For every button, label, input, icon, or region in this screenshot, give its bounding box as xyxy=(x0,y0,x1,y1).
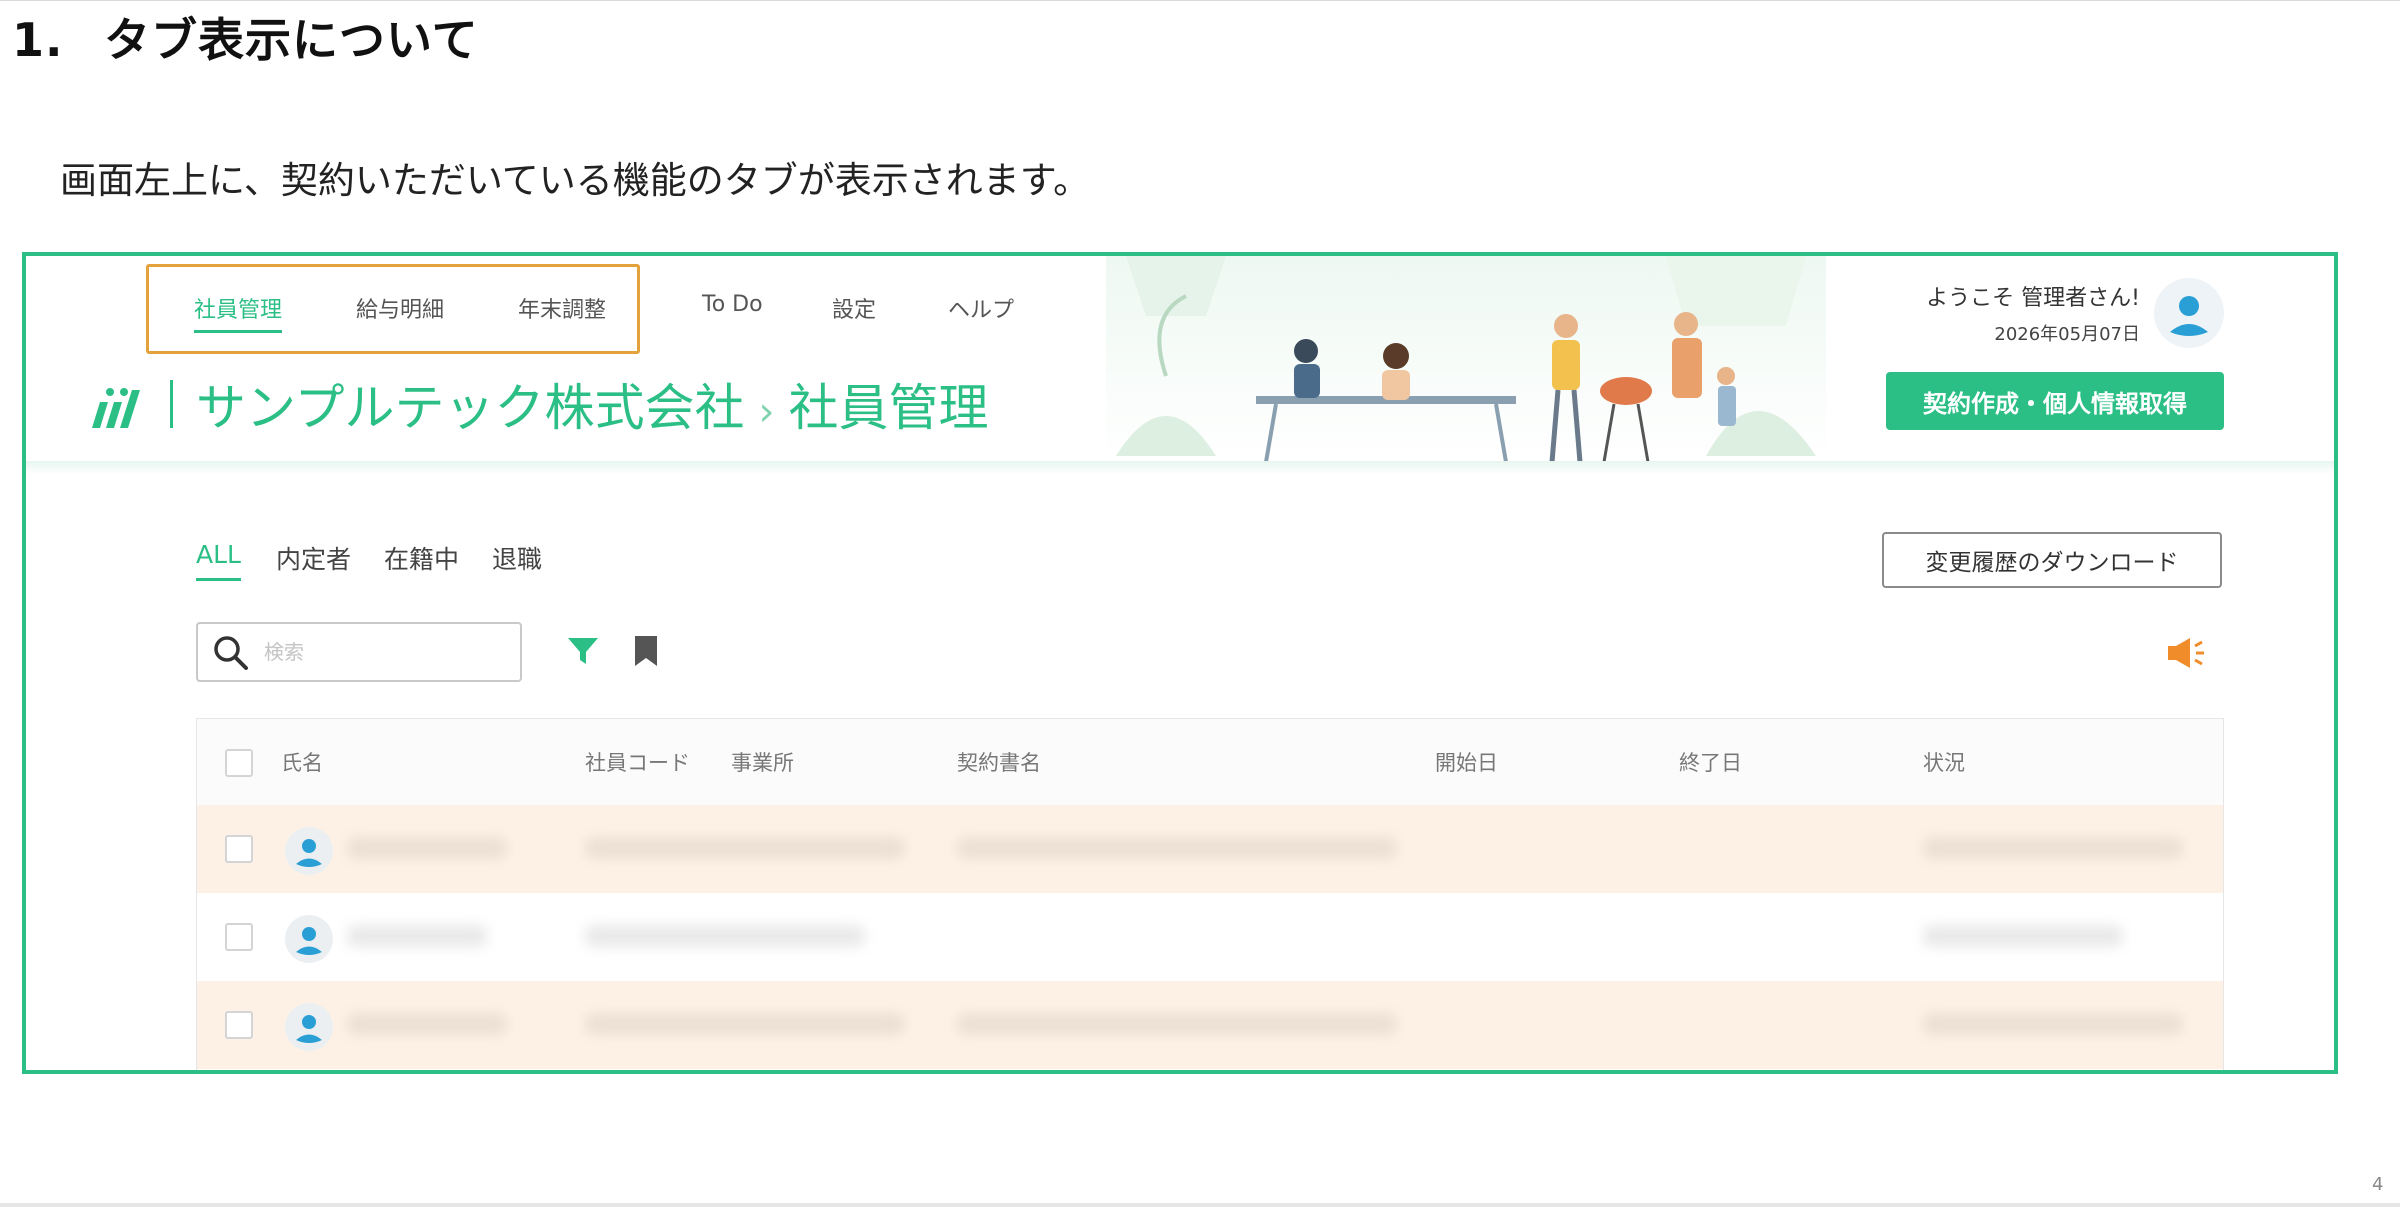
select-all-checkbox[interactable] xyxy=(225,749,253,777)
column-header-office[interactable]: 事業所 xyxy=(731,747,794,777)
bottom-rule xyxy=(0,1203,2400,1207)
user-avatar-icon xyxy=(285,827,333,875)
tab-settings[interactable]: 設定 xyxy=(832,292,876,324)
filter-icon[interactable] xyxy=(566,634,600,668)
heading-text: タブ表示について xyxy=(104,13,479,67)
company-name[interactable]: サンプルテック株式会社 xyxy=(196,379,745,437)
redacted-text xyxy=(1923,925,2123,947)
app-screenshot: 社員管理 給与明細 年末調整 To Do 設定 ヘルプ サンプルテック株式会社 ›… xyxy=(22,252,2338,1074)
welcome-text: ようこそ 管理者さん! xyxy=(1926,286,2140,311)
section-body-text: 画面左上に、契約いただいている機能のタブが表示されます。 xyxy=(60,159,1091,202)
header-illustration xyxy=(1106,256,1826,462)
row-checkbox[interactable] xyxy=(225,923,253,951)
column-header-start-date[interactable]: 開始日 xyxy=(1435,747,1498,777)
create-contract-button[interactable]: 契約作成・個人情報取得 xyxy=(1886,372,2224,430)
redacted-text xyxy=(1923,837,2183,859)
breadcrumb-current-page: 社員管理 xyxy=(788,379,989,437)
user-avatar-icon[interactable] xyxy=(2154,278,2224,348)
tab-todo[interactable]: To Do xyxy=(702,292,763,317)
breadcrumb: サンプルテック株式会社 › 社員管理 xyxy=(196,368,989,440)
filter-tab-retired[interactable]: 退職 xyxy=(492,540,542,576)
redacted-text xyxy=(957,837,1397,859)
tab-year-end-adjustment[interactable]: 年末調整 xyxy=(518,292,606,324)
redacted-text xyxy=(347,837,507,859)
employee-table: 氏名 社員コード 事業所 契約書名 開始日 終了日 状況 xyxy=(196,718,2224,1070)
megaphone-icon[interactable] xyxy=(2166,634,2206,672)
column-header-status[interactable]: 状況 xyxy=(1923,747,1965,777)
current-date: 2026年05月07日 xyxy=(1994,324,2140,345)
header-divider xyxy=(26,461,2334,475)
heading-number: 1. xyxy=(12,13,64,67)
table-row[interactable] xyxy=(197,981,2223,1069)
redacted-text xyxy=(347,1013,507,1035)
logo-mark-icon[interactable] xyxy=(88,384,148,430)
row-checkbox[interactable] xyxy=(225,1011,253,1039)
search-box xyxy=(196,622,522,682)
table-row[interactable] xyxy=(197,893,2223,981)
row-checkbox[interactable] xyxy=(225,835,253,863)
download-history-button[interactable]: 変更履歴のダウンロード xyxy=(1882,532,2222,588)
page-mark: 4 xyxy=(2372,1174,2384,1195)
section-heading: 1. タブ表示について xyxy=(12,4,479,70)
redacted-text xyxy=(1923,1013,2183,1035)
column-header-contract-name[interactable]: 契約書名 xyxy=(957,747,1041,777)
redacted-text xyxy=(957,1013,1397,1035)
app-header: 社員管理 給与明細 年末調整 To Do 設定 ヘルプ サンプルテック株式会社 ›… xyxy=(26,256,2334,462)
filter-tab-all[interactable]: ALL xyxy=(196,540,241,581)
bookmark-icon[interactable] xyxy=(632,634,660,668)
filter-tab-offered[interactable]: 内定者 xyxy=(276,540,351,576)
column-header-end-date[interactable]: 終了日 xyxy=(1679,747,1742,777)
breadcrumb-separator: › xyxy=(758,389,775,435)
search-icon xyxy=(214,636,248,670)
tab-employee-management[interactable]: 社員管理 xyxy=(194,292,283,333)
user-avatar-icon xyxy=(285,1003,333,1051)
redacted-text xyxy=(347,925,487,947)
tab-payslip[interactable]: 給与明細 xyxy=(356,292,444,324)
column-header-employee-code[interactable]: 社員コード xyxy=(585,747,690,777)
table-row[interactable] xyxy=(197,805,2223,893)
top-rule xyxy=(0,0,2400,1)
redacted-text xyxy=(585,1013,905,1035)
column-header-name[interactable]: 氏名 xyxy=(281,747,323,777)
redacted-text xyxy=(585,837,905,859)
filter-tab-employed[interactable]: 在籍中 xyxy=(384,540,459,576)
tab-help[interactable]: ヘルプ xyxy=(948,292,1014,324)
search-input[interactable] xyxy=(262,634,506,670)
logo-divider xyxy=(170,380,173,428)
user-avatar-icon xyxy=(285,915,333,963)
table-header: 氏名 社員コード 事業所 契約書名 開始日 終了日 状況 xyxy=(197,719,2223,806)
redacted-text xyxy=(585,925,865,947)
